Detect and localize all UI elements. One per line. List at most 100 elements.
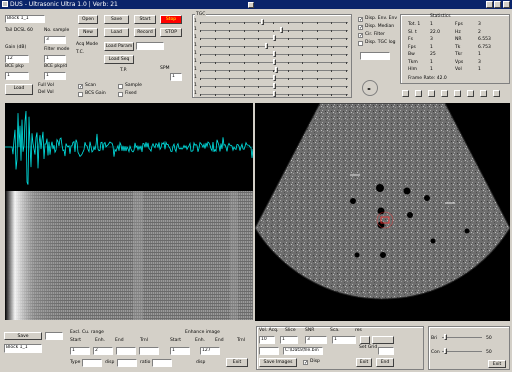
- stat-value: 3: [478, 59, 481, 65]
- tool-1-icon[interactable]: [402, 90, 409, 97]
- new-button[interactable]: New: [78, 28, 98, 37]
- sca-field[interactable]: 1: [332, 336, 356, 344]
- excl-end-field[interactable]: 2: [93, 347, 113, 355]
- snr-field[interactable]: 3: [305, 336, 327, 344]
- record-button[interactable]: Record: [134, 28, 156, 37]
- open-button[interactable]: Open: [78, 15, 98, 24]
- tgc-slider-label: 1: [194, 75, 197, 80]
- tool-2-icon[interactable]: [415, 90, 422, 97]
- enhance-end-field[interactable]: 127: [200, 347, 220, 355]
- stop-button[interactable]: Stop: [160, 15, 182, 24]
- bottom-save-button[interactable]: Save: [4, 332, 42, 340]
- tgc-slider-10[interactable]: [200, 91, 348, 97]
- tgc-slider-2[interactable]: [200, 27, 348, 33]
- exit-3-button[interactable]: Exit: [488, 360, 506, 368]
- display-option-label: Disp. Median: [365, 24, 395, 29]
- tgc-slider-1[interactable]: [200, 19, 348, 25]
- start-button[interactable]: Start: [134, 15, 156, 24]
- bottom-exit-button[interactable]: Exit: [226, 358, 248, 367]
- toolbar-icon-a[interactable]: [248, 2, 254, 8]
- spm-label: SPM: [160, 66, 170, 71]
- display-option-checkbox[interactable]: ✓: [358, 17, 363, 23]
- acq-ok-button[interactable]: [372, 336, 394, 344]
- maximize-icon[interactable]: [494, 1, 501, 8]
- disp-checkbox[interactable]: ✓: [303, 360, 308, 366]
- sample-select[interactable]: 3: [44, 36, 66, 44]
- load-seq-button[interactable]: Load Seq: [104, 55, 134, 64]
- load-r-button[interactable]: Load: [5, 84, 33, 95]
- disp-label-2: disp: [196, 360, 206, 365]
- vol-field[interactable]: 10: [259, 336, 275, 344]
- title-bar: DUS - Ultrasonic Ultra 1.0 | Verb: 21: [0, 0, 512, 9]
- contrast-slider[interactable]: [442, 348, 482, 354]
- type-select[interactable]: [82, 359, 102, 367]
- stat-key: Hz: [455, 29, 461, 35]
- enhance-label: Enhance image: [185, 330, 220, 335]
- disp-select[interactable]: [117, 359, 137, 367]
- bottom-num-field[interactable]: [45, 332, 63, 340]
- con-label: Con: [431, 350, 440, 355]
- tgc-slider-label: 1: [194, 67, 197, 72]
- rotation-dial[interactable]: ◂▸: [362, 80, 378, 96]
- tgc-slider-5[interactable]: [200, 51, 348, 57]
- slice-field[interactable]: 1: [280, 336, 298, 344]
- scan-checkbox[interactable]: ✓: [78, 84, 83, 90]
- minimize-icon[interactable]: [486, 1, 493, 8]
- excl-start-field[interactable]: 1: [70, 347, 90, 355]
- tc-label: T.C.: [76, 50, 85, 55]
- bottom-file-field[interactable]: Block 1_1: [4, 344, 42, 353]
- sample-checkbox[interactable]: [118, 84, 123, 89]
- grid-field-1[interactable]: [259, 347, 279, 355]
- ratio-field[interactable]: [152, 359, 172, 367]
- tgc-slider-3[interactable]: [200, 35, 348, 41]
- tgc-slider-4[interactable]: [200, 43, 348, 49]
- bce-d-field[interactable]: 1: [44, 72, 66, 80]
- filter-select[interactable]: 1: [44, 55, 66, 63]
- tgc-slider-6[interactable]: [200, 59, 348, 65]
- tgc-slider-8[interactable]: [200, 75, 348, 81]
- vol-acq-label: Vol. Acq.: [259, 328, 279, 333]
- save-button[interactable]: Save: [104, 15, 129, 24]
- load-param-button[interactable]: Load Param: [104, 42, 134, 51]
- close-icon[interactable]: [503, 1, 510, 8]
- tool-6-icon[interactable]: [467, 90, 474, 97]
- tp-field[interactable]: 1: [170, 73, 182, 81]
- filename-field[interactable]: C:\Data\file.bin: [283, 347, 323, 355]
- tgc-slider-9[interactable]: [200, 83, 348, 89]
- param-field[interactable]: [136, 42, 164, 50]
- tool-7-icon[interactable]: [480, 90, 487, 97]
- slice-label: Slice: [285, 328, 296, 333]
- excl-trnl-field[interactable]: [139, 347, 159, 355]
- tool-5-icon[interactable]: [454, 90, 461, 97]
- scan-label: Scan: [85, 83, 96, 88]
- load-button[interactable]: Load: [104, 28, 129, 37]
- grid-field-2[interactable]: [378, 347, 394, 355]
- res-button[interactable]: [360, 336, 370, 344]
- bri-label: Bri: [431, 336, 438, 341]
- tgc-slider-7[interactable]: [200, 67, 348, 73]
- end-button[interactable]: End: [376, 358, 394, 367]
- file-name-field[interactable]: Block 1_1: [5, 15, 45, 23]
- enhance-trnl-label: Trnl: [237, 338, 245, 343]
- tool-3-icon[interactable]: [428, 90, 435, 97]
- exit-2-button[interactable]: Exit: [356, 358, 372, 367]
- window-title: DUS - Ultrasonic Ultra 1.0 | Verb: 21: [10, 1, 118, 8]
- display-option-checkbox[interactable]: [358, 41, 363, 46]
- stat-key: Tot. 1: [408, 22, 421, 27]
- display-option-checkbox[interactable]: ✓: [358, 25, 363, 31]
- bce-field[interactable]: 1: [5, 72, 29, 80]
- stat-value: 25: [430, 52, 436, 57]
- bcs-checkbox[interactable]: [78, 92, 83, 97]
- stop2-button[interactable]: STOP: [160, 28, 182, 37]
- save-images-button[interactable]: Save Images: [259, 358, 297, 367]
- display-option-checkbox[interactable]: ✓: [358, 33, 363, 39]
- excl-extra-field[interactable]: [116, 347, 136, 355]
- stat-key: Fps: [455, 22, 463, 27]
- gain-select[interactable]: 12: [5, 55, 29, 63]
- brightness-slider[interactable]: [442, 334, 482, 340]
- tool-8-icon[interactable]: [493, 90, 500, 97]
- disp-field[interactable]: [360, 52, 390, 60]
- tool-4-icon[interactable]: [441, 90, 448, 97]
- fixed-checkbox[interactable]: [118, 92, 123, 97]
- enhance-start-field[interactable]: 1: [170, 347, 190, 355]
